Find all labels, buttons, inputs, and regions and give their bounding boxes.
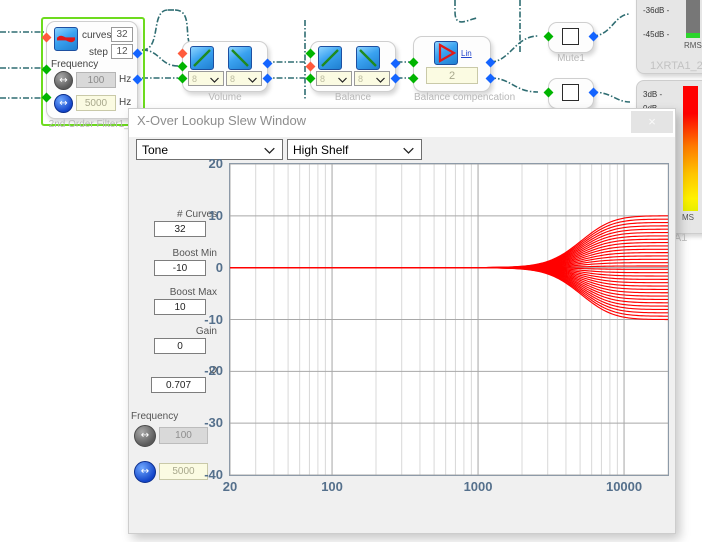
dialog-title: X-Over Lookup Slew Window (137, 113, 307, 128)
dialog-titlebar[interactable]: X-Over Lookup Slew Window × (129, 109, 675, 137)
y-tick-label: 20 (208, 156, 223, 171)
left-right-arrow-icon: ↔ (140, 466, 150, 477)
lin-link[interactable]: Lin (461, 49, 472, 58)
balance-right-value: 8 (358, 73, 364, 84)
meter-caption-ms: MS (682, 213, 694, 222)
close-icon[interactable]: × (631, 111, 673, 133)
curves-label: curves (82, 30, 112, 41)
meter-bar-green (686, 33, 700, 38)
balance-left-value: 8 (320, 73, 326, 84)
node-2nd-order-filter[interactable]: curves 32 step 12 Frequency ↔ 100 Hz ↔ 5… (41, 21, 143, 130)
x-tick-label: 10000 (605, 479, 643, 494)
frequency-label: Frequency (51, 59, 99, 70)
chevron-down-icon (403, 143, 414, 157)
balance-left-select[interactable]: 8 (316, 71, 352, 86)
chart-svg (229, 163, 669, 476)
meter-tick-36db: -36dB - (643, 6, 670, 15)
node-label-balance-comp: Balance compencation (414, 92, 516, 103)
balance-right-select[interactable]: 8 (354, 71, 390, 86)
boost-min-label: Boost Min (172, 248, 217, 259)
chevron-down-icon (376, 70, 385, 88)
left-right-arrow-icon: ↔ (140, 430, 150, 441)
chevron-down-icon (338, 70, 347, 88)
y-tick-label: -10 (204, 311, 223, 327)
node-label-balance: Balance (334, 92, 372, 103)
meter-caption-rms: RMS (684, 41, 702, 50)
num-curves-input[interactable]: 32 (154, 221, 206, 237)
meter-bar-gradient (683, 86, 698, 211)
chevron-down-icon (264, 143, 275, 157)
rta-label-1: 1XRTA1_2 (650, 60, 702, 72)
boost-max-label: Boost Max (169, 287, 217, 298)
freq-min-value-node[interactable]: 100 (76, 72, 116, 88)
chevron-down-icon (210, 70, 219, 88)
curves-value[interactable]: 32 (111, 27, 133, 42)
left-right-arrow-icon: ↔ (59, 97, 68, 109)
hz-unit-1: Hz (119, 74, 132, 85)
left-right-arrow-icon: ↔ (59, 74, 68, 86)
node-mute1-2[interactable]: Mute1_2 (543, 78, 599, 120)
x-tick-label: 1000 (463, 479, 493, 494)
step-label: step (89, 47, 108, 58)
balance-ramp-down-icon[interactable] (356, 46, 380, 70)
y-tick-label: 0 (215, 259, 223, 275)
node-label-volume: Volume (208, 92, 242, 103)
balance-comp-value[interactable]: 2 (426, 67, 478, 84)
tone-select-value: Tone (142, 142, 169, 157)
meter-bar-gray (686, 0, 700, 33)
gain-input[interactable]: 0 (154, 338, 206, 354)
step-value[interactable]: 12 (111, 44, 133, 59)
xover-lookup-slew-window[interactable]: X-Over Lookup Slew Window × Tone High Sh… (128, 108, 676, 534)
volume-right-select[interactable]: 8 (226, 71, 262, 86)
volume-left-select[interactable]: 8 (188, 71, 224, 86)
hz-unit-2: Hz (119, 97, 132, 108)
y-tick-label: -20 (204, 363, 223, 379)
volume-right-value: 8 (230, 73, 236, 84)
curves-icon[interactable] (54, 27, 78, 51)
balance-ramp-up-icon[interactable] (318, 46, 342, 70)
node-mute1[interactable]: Mute1 (543, 22, 599, 64)
x-tick-label: 100 (321, 479, 343, 494)
y-tick-label: -30 (204, 415, 223, 431)
volume-left-value: 8 (192, 73, 198, 84)
chevron-down-icon (248, 70, 257, 88)
y-tick-label: 10 (208, 207, 223, 223)
volume-ramp-down-icon[interactable] (228, 46, 252, 70)
node-balance-compencation[interactable]: Lin 2 Balance compencation (408, 36, 515, 103)
freq-max-value-node[interactable]: 5000 (76, 95, 116, 111)
play-triangle-icon[interactable] (434, 41, 458, 65)
freq-min-knob-node[interactable]: ↔ (54, 71, 73, 90)
node-balance[interactable]: 8 8 Balance (305, 41, 401, 103)
node-volume[interactable]: 8 8 Volume (177, 41, 273, 103)
plot-canvas[interactable] (229, 163, 669, 476)
freq-max-knob-node[interactable]: ↔ (54, 94, 73, 113)
node-label-filter: 2nd Order Filter1_2 (48, 119, 136, 130)
meter-tick-3db: 3dB - (643, 90, 663, 99)
chart-area[interactable]: 20 10 0 -10 -20 -30 -40 20 100 1000 10000 (204, 156, 669, 494)
volume-ramp-up-icon[interactable] (190, 46, 214, 70)
filter-type-select[interactable]: High Shelf (287, 139, 422, 160)
q-input[interactable]: 0.707 (151, 377, 206, 393)
filter-type-select-value: High Shelf (293, 142, 349, 157)
mute1-checkbox[interactable] (562, 28, 579, 45)
x-tick-label: 20 (222, 479, 238, 494)
freq-max-knob[interactable]: ↔ (134, 461, 156, 483)
freq-min-knob[interactable]: ↔ (134, 425, 156, 447)
node-label-mute1: Mute1 (557, 53, 585, 64)
meter-tick-45db: -45dB - (643, 30, 670, 39)
mute1-2-checkbox[interactable] (562, 84, 579, 101)
gain-label: Gain (195, 326, 217, 337)
